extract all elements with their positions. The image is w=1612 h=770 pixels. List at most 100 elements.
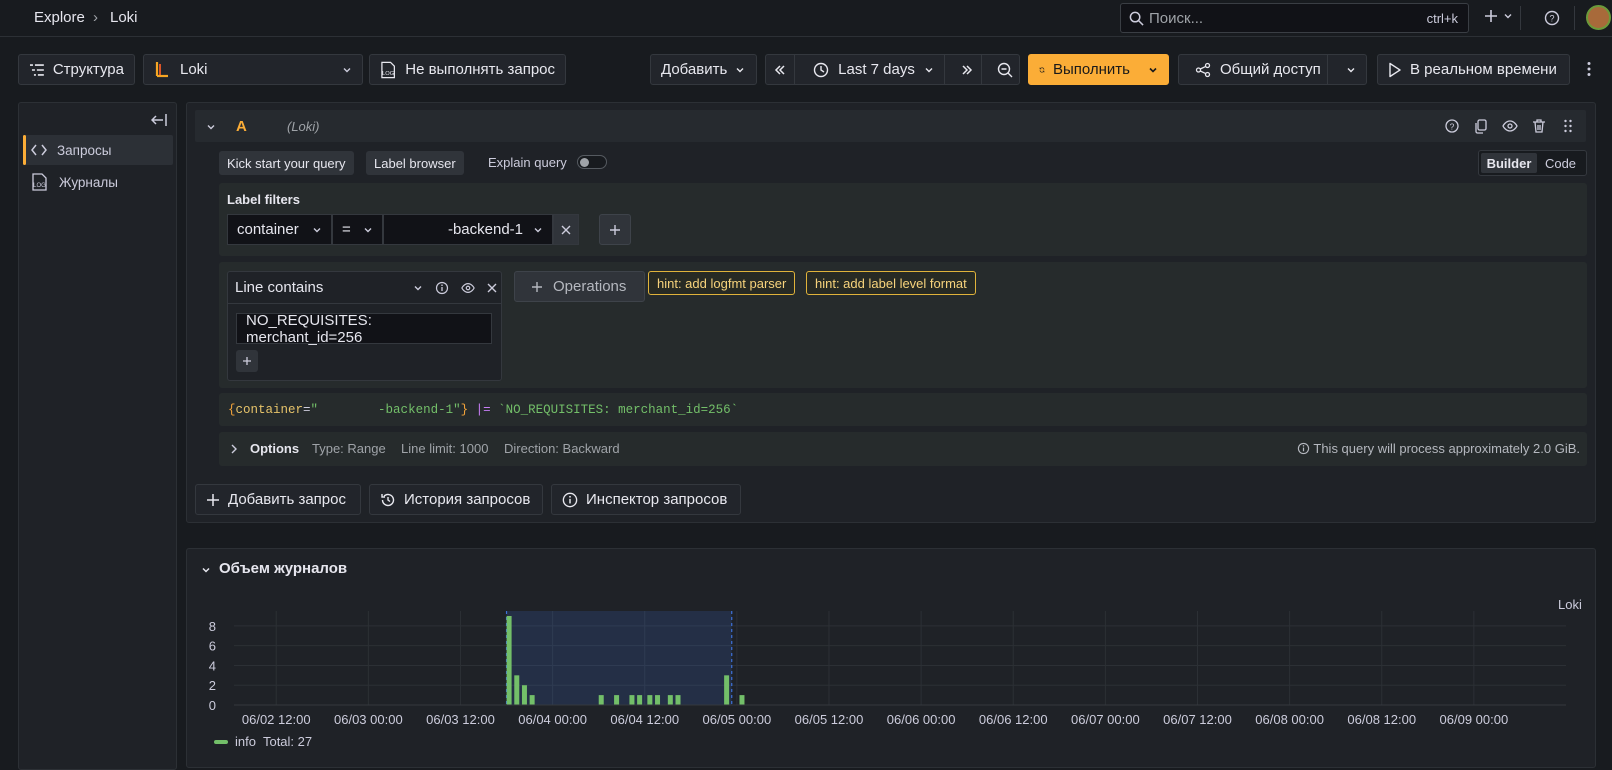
legend-total: Total: 27: [262, 734, 313, 749]
chart-legend[interactable]: info Total: 27: [214, 734, 312, 749]
time-back-button[interactable]: [766, 55, 796, 84]
trash-icon[interactable]: [1531, 118, 1547, 134]
time-forward-button[interactable]: [953, 55, 982, 84]
logs-volume-chart[interactable]: 8 6 4 2 0 06/02 12:00 06/03 00:00 06/03 12:00 06…: [186, 605, 1596, 730]
raw-label-value: " -backend-1": [310, 402, 461, 417]
explain-query-toggle[interactable]: [577, 155, 607, 169]
x-tick-label: 06/02 12:00: [242, 712, 311, 727]
top-divider-2: [1574, 6, 1575, 30]
loki-logo-icon: [155, 61, 168, 77]
plus-icon: [532, 281, 542, 292]
zoom-out-icon: [997, 62, 1012, 77]
add-label-filter-button[interactable]: [599, 214, 631, 245]
breadcrumb-separator: ›: [93, 9, 98, 26]
share-icon: [1195, 62, 1211, 77]
drag-handle-icon[interactable]: [1560, 118, 1576, 134]
chart-bar: [637, 695, 643, 705]
copy-icon[interactable]: [1473, 118, 1489, 134]
label-value-select[interactable]: -backend-1: [383, 214, 553, 245]
x-tick-label: 06/04 12:00: [610, 712, 679, 727]
y-tick-label: 6: [209, 639, 216, 654]
query-size-estimate: This query will process approximately 2.…: [1297, 441, 1580, 456]
x-tick-label: 06/06 00:00: [887, 712, 956, 727]
eye-icon[interactable]: [1502, 118, 1518, 134]
remove-label-filter-button[interactable]: [553, 214, 579, 245]
label-name-select[interactable]: container: [227, 214, 332, 245]
no-run-button[interactable]: LOG Не выполнять запрос: [369, 54, 566, 85]
sidebar-item-queries[interactable]: Запросы: [23, 135, 173, 165]
run-query-label: Выполнить: [1052, 61, 1130, 78]
builder-mode-button[interactable]: Builder: [1481, 153, 1537, 173]
chevron-down-icon[interactable]: [413, 283, 423, 293]
hint-logfmt-button[interactable]: hint: add logfmt parser: [648, 271, 796, 295]
chart-bar: [675, 695, 681, 705]
info-icon[interactable]: [435, 281, 449, 295]
query-datasource-tag: (Loki): [287, 119, 320, 134]
raw-brace-open: {: [228, 402, 236, 417]
close-icon[interactable]: [487, 283, 497, 293]
eye-icon[interactable]: [461, 281, 475, 295]
share-label: Общий доступ: [1220, 61, 1321, 78]
raw-label-key: container: [235, 402, 304, 417]
time-range-picker[interactable]: Last 7 days: [803, 55, 945, 84]
label-operator-select[interactable]: =: [332, 214, 383, 245]
help-icon[interactable]: ?: [1544, 10, 1560, 26]
info-icon: [1298, 442, 1310, 455]
top-divider: [1520, 6, 1521, 30]
collapse-sidebar-icon[interactable]: [151, 113, 167, 127]
share-options-dropdown[interactable]: [1336, 55, 1366, 84]
x-tick-label: 06/03 00:00: [334, 712, 403, 727]
sidebar-item-logs[interactable]: LOG Журналы: [23, 167, 173, 197]
live-button[interactable]: В реальном времени: [1377, 54, 1570, 85]
outline-button[interactable]: Структура: [18, 54, 135, 85]
y-tick-label: 4: [209, 658, 216, 673]
search-input[interactable]: Поиск... ctrl+k: [1120, 3, 1469, 33]
add-query-button[interactable]: Добавить запрос: [195, 484, 361, 515]
outline-label: Структура: [52, 61, 124, 78]
chevron-down-icon: [343, 67, 351, 72]
options-line-limit: Line limit: 1000: [401, 441, 489, 456]
chevron-down-icon: [1149, 67, 1157, 73]
chart-bar: [506, 616, 512, 705]
query-row-header: [195, 110, 1586, 142]
zoom-out-button[interactable]: [990, 55, 1019, 84]
add-query-label: Добавить запрос: [228, 491, 346, 508]
svg-text:LOG: LOG: [33, 183, 46, 189]
breadcrumb-explore[interactable]: Explore: [34, 9, 85, 26]
operation-value-input[interactable]: NO_REQUISITES: merchant_id=256: [236, 312, 492, 346]
legend-series-name: info: [235, 734, 256, 749]
hint-label-format-button[interactable]: hint: add label level format: [806, 271, 976, 295]
time-selection-region: [506, 611, 732, 705]
kick-start-button[interactable]: Kick start your query: [219, 151, 354, 175]
add-label: Добавить: [661, 61, 728, 78]
query-ref-id[interactable]: A: [236, 118, 247, 135]
operations-button[interactable]: Operations: [514, 271, 645, 302]
more-vertical-icon[interactable]: [1586, 61, 1592, 77]
label-browser-button[interactable]: Label browser: [366, 151, 464, 175]
double-chevron-left-icon: [775, 64, 785, 75]
chevron-down-icon[interactable]: [201, 565, 211, 575]
add-button[interactable]: Добавить: [650, 54, 757, 85]
help-icon[interactable]: ?: [1444, 118, 1460, 134]
collapse-query-icon[interactable]: [206, 122, 216, 132]
legend-swatch: [214, 739, 228, 744]
raw-brace-close: }: [460, 402, 469, 417]
logs-volume-title[interactable]: Объем журналов: [219, 560, 347, 577]
code-mode-button[interactable]: Code: [1537, 153, 1584, 173]
x-tick-label: 06/07 12:00: [1163, 712, 1232, 727]
sidebar-item-label: Запросы: [57, 142, 112, 158]
x-tick-label: 06/05 12:00: [795, 712, 864, 727]
close-icon: [561, 225, 571, 234]
query-history-button[interactable]: История запросов: [369, 484, 543, 515]
query-inspector-button[interactable]: Инспектор запросов: [551, 484, 741, 515]
chart-bar: [739, 695, 745, 705]
operation-title[interactable]: Line contains: [235, 279, 323, 296]
run-query-button[interactable]: Выполнить: [1028, 54, 1169, 85]
add-operation-param-button[interactable]: [236, 350, 258, 372]
x-tick-label: 06/05 00:00: [703, 712, 772, 727]
run-options-dropdown[interactable]: [1138, 55, 1168, 84]
new-button[interactable]: [1483, 8, 1513, 24]
share-button[interactable]: Общий доступ: [1179, 55, 1328, 84]
avatar[interactable]: [1586, 5, 1611, 30]
datasource-picker[interactable]: Loki: [143, 54, 363, 85]
